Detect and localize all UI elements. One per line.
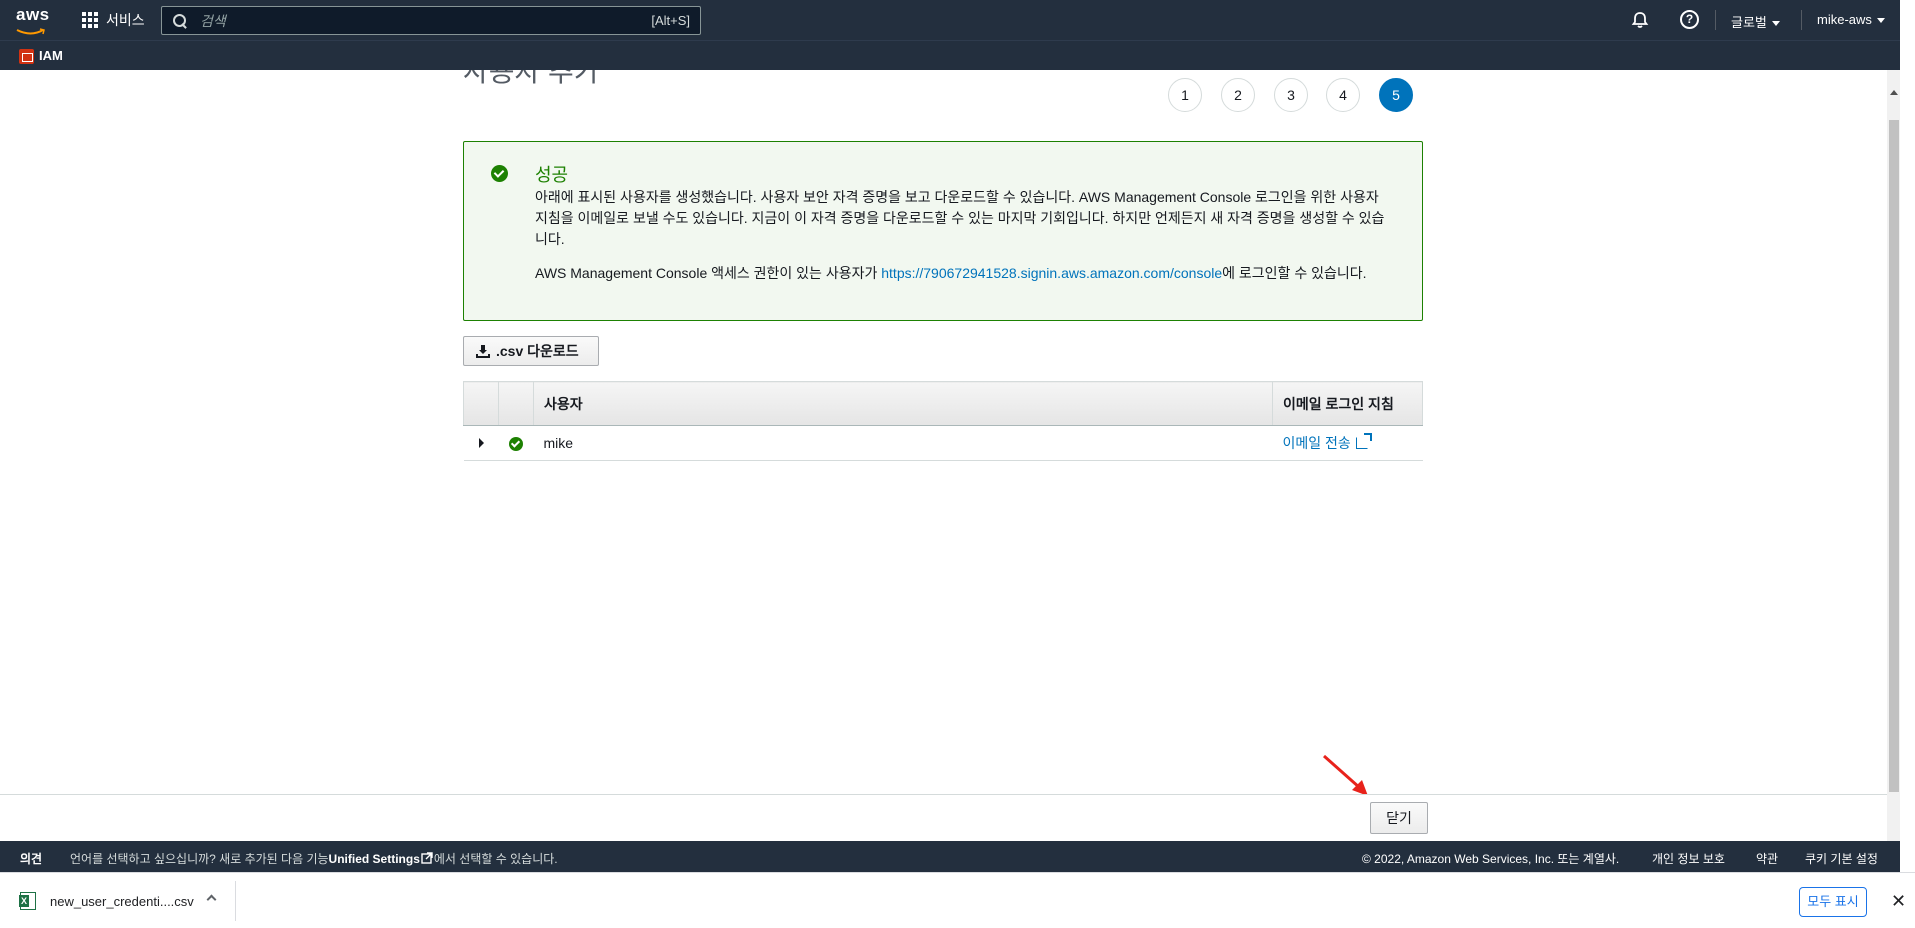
- shelf-divider: [235, 881, 236, 921]
- alert-console-prefix: AWS Management Console 액세스 권한이 있는 사용자가: [535, 265, 882, 281]
- wizard-action-bar: 닫기: [0, 794, 1887, 841]
- download-shelf: new_user_credenti....csv 모두 표시 ✕: [0, 872, 1915, 928]
- alert-console-info: AWS Management Console 액세스 권한이 있는 사용자가 h…: [535, 263, 1415, 283]
- users-table: 사용자 이메일 로그인 지침 mike 이메일 전송: [463, 381, 1423, 461]
- step-5[interactable]: 5: [1379, 78, 1413, 112]
- step-2[interactable]: 2: [1221, 78, 1255, 112]
- status-column-header: [498, 381, 534, 426]
- alert-body: 아래에 표시된 사용자를 생성했습니다. 사용자 보안 자격 증명을 보고 다운…: [535, 189, 1385, 247]
- downloaded-file-name[interactable]: new_user_credenti....csv: [50, 894, 194, 909]
- scrollbar-thumb[interactable]: [1889, 120, 1899, 792]
- aws-logo[interactable]: aws: [16, 5, 52, 35]
- aws-logo-text: aws: [16, 5, 50, 24]
- console-footer: 의견 언어를 선택하고 싶으십니까? 새로 추가된 다음 기능Unified S…: [0, 841, 1900, 872]
- console-signin-link[interactable]: https://790672941528.signin.aws.amazon.c…: [881, 265, 1222, 281]
- step-4[interactable]: 4: [1326, 78, 1360, 112]
- unified-settings-message: 언어를 선택하고 싶으십니까? 새로 추가된 다음 기능Unified Sett…: [70, 850, 558, 867]
- alert-title: 성공: [535, 165, 569, 185]
- nav-divider: [1801, 10, 1802, 30]
- status-cell: [498, 425, 534, 461]
- page-title-text: 사용자 추가: [463, 70, 600, 87]
- alert-console-suffix: 에 로그인할 수 있습니다.: [1222, 265, 1367, 281]
- email-cell: 이메일 전송: [1272, 425, 1423, 461]
- favorite-iam-link[interactable]: IAM: [39, 48, 63, 63]
- search-shortcut: [Alt+S]: [651, 13, 690, 28]
- email-column-header[interactable]: 이메일 로그인 지침: [1272, 381, 1423, 426]
- account-menu[interactable]: mike-aws: [1817, 12, 1885, 27]
- services-menu-button[interactable]: 서비스: [82, 9, 145, 31]
- success-check-icon: [509, 437, 523, 452]
- excel-file-icon: [19, 892, 36, 910]
- grid-icon: [82, 12, 98, 28]
- expand-column-header: [463, 381, 499, 426]
- table-row: mike 이메일 전송: [463, 425, 1423, 461]
- iam-service-icon: [19, 49, 34, 64]
- success-alert: 성공 아래에 표시된 사용자를 생성했습니다. 사용자 보안 자격 증명을 보고…: [463, 141, 1423, 321]
- account-label: mike-aws: [1817, 12, 1872, 27]
- external-link-icon: [1355, 433, 1372, 449]
- external-link-icon: [421, 852, 433, 864]
- send-email-link[interactable]: 이메일 전송: [1282, 433, 1372, 451]
- annotation-arrow-icon: [1323, 754, 1368, 796]
- caret-right-icon: [478, 438, 484, 448]
- help-icon[interactable]: ?: [1680, 10, 1699, 29]
- search-icon: [172, 13, 188, 29]
- vertical-scrollbar[interactable]: [1887, 70, 1900, 872]
- search-input[interactable]: 검색 [Alt+S]: [161, 6, 701, 35]
- cookie-preferences-link[interactable]: 쿠키 기본 설정: [1805, 850, 1878, 867]
- scroll-up-icon[interactable]: [1890, 90, 1898, 95]
- user-column-header[interactable]: 사용자: [533, 381, 1273, 426]
- favorites-bar: IAM: [0, 40, 1900, 70]
- download-icon: [476, 344, 490, 358]
- page-title: 사용자 추가: [463, 70, 600, 100]
- step-3[interactable]: 3: [1274, 78, 1308, 112]
- user-name-cell: mike: [533, 425, 1273, 461]
- footer-msg-suffix: 에서 선택할 수 있습니다.: [433, 852, 558, 866]
- copyright-text: © 2022, Amazon Web Services, Inc. 또는 계열사…: [1362, 852, 1620, 866]
- nav-divider: [1715, 10, 1716, 30]
- chevron-down-icon: [1876, 18, 1885, 24]
- aws-smile-icon: [16, 28, 45, 35]
- services-label: 서비스: [106, 12, 145, 28]
- show-all-downloads-button[interactable]: 모두 표시: [1799, 887, 1867, 917]
- chevron-down-icon: [1771, 21, 1780, 27]
- table-header-row: 사용자 이메일 로그인 지침: [463, 381, 1423, 426]
- expand-row-toggle[interactable]: [463, 425, 499, 461]
- footer-msg-prefix: 언어를 선택하고 싶으십니까? 새로 추가된 다음 기능: [70, 852, 329, 866]
- top-navigation: aws 서비스 검색 [Alt+S] ? 글로벌 mike-aws: [0, 0, 1900, 40]
- chevron-up-icon[interactable]: [206, 894, 217, 905]
- send-email-label: 이메일 전송: [1282, 435, 1351, 451]
- close-button[interactable]: 닫기: [1370, 802, 1428, 834]
- privacy-link[interactable]: 개인 정보 보호: [1652, 850, 1725, 867]
- notification-bell-icon[interactable]: [1630, 10, 1650, 30]
- region-label: 글로벌: [1731, 15, 1767, 30]
- success-check-icon: [491, 165, 508, 182]
- feedback-link[interactable]: 의견: [20, 850, 42, 867]
- search-placeholder: 검색: [200, 12, 226, 29]
- terms-link[interactable]: 약관: [1756, 850, 1778, 867]
- download-csv-label: .csv 다운로드: [496, 343, 579, 359]
- download-csv-button[interactable]: .csv 다운로드: [463, 336, 599, 366]
- unified-settings-link[interactable]: Unified Settings: [329, 852, 420, 866]
- region-selector[interactable]: 글로벌: [1731, 12, 1780, 31]
- step-1[interactable]: 1: [1168, 78, 1202, 112]
- close-shelf-icon[interactable]: ✕: [1891, 891, 1906, 912]
